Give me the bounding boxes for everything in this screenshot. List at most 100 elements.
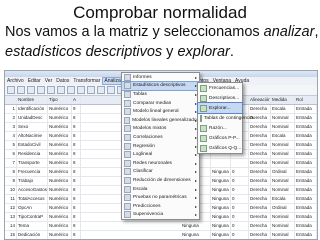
menu-4[interactable]: Transformar [71,78,102,84]
grid-cell[interactable]: Derecha [249,177,271,185]
grid-cell[interactable]: 0 [231,204,249,212]
submenu-item[interactable]: Razón... [198,123,242,133]
grid-cell[interactable]: Escala [271,195,295,203]
grid-cell[interactable]: Entrada [295,141,317,149]
grid-cell[interactable]: Derecha [249,222,271,230]
grid-cell[interactable]: Trabajo [17,177,48,185]
analyze-menu-item[interactable]: Redes neuronales ▸ [122,159,199,168]
toolbar-button-icon[interactable] [67,86,75,94]
grid-cell[interactable]: AccesoGastos [17,186,48,194]
toolbar-button-icon[interactable] [37,86,45,94]
grid-cell[interactable]: Numérico [48,222,72,230]
grid-cell[interactable]: TipoContraP [17,213,48,221]
grid-cell[interactable]: Derecha [249,168,271,176]
grid-cell[interactable]: Numérico [48,105,72,113]
grid-cell[interactable]: Numérico [48,159,72,167]
analyze-menu-item[interactable]: Supervivencia ▸ [122,211,199,220]
grid-cell[interactable]: 8 [72,204,81,212]
grid-cell[interactable]: Derecha [249,105,271,113]
grid-cell[interactable]: Derecha [249,213,271,221]
grid-cell[interactable]: Nominal [271,141,295,149]
grid-cell[interactable]: Alineación [249,96,271,104]
grid-cell[interactable]: TotalAccesos [17,195,48,203]
analyze-menu-item[interactable]: Reducción de dimensiones ▸ [122,176,199,185]
grid-cell[interactable]: Numérico [48,132,72,140]
grid-cell[interactable]: Entrada [295,150,317,158]
grid-cell[interactable]: Nominal [271,186,295,194]
grid-cell[interactable]: Ninguna [211,213,231,221]
grid-cell[interactable]: Entrada [295,177,317,185]
toolbar-button-icon[interactable] [97,86,105,94]
menu-0[interactable]: Archivo [5,78,26,84]
grid-cell[interactable]: Nominal [271,222,295,230]
grid-cell[interactable]: A [72,96,81,104]
grid-cell[interactable]: Residencia [17,150,48,158]
grid-cell[interactable]: Numérico [48,231,72,239]
grid-cell[interactable] [231,159,249,167]
toolbar-button-icon[interactable] [47,86,55,94]
grid-cell[interactable]: Numérico [48,177,72,185]
grid-cell[interactable]: Numérico [48,123,72,131]
analyze-menu-item[interactable]: Correlaciones ▸ [122,133,199,142]
grid-cell[interactable]: Frecuencia [17,168,48,176]
toolbar-button-icon[interactable] [7,86,15,94]
grid-cell[interactable] [211,159,231,167]
grid-cell[interactable]: Nominal [271,213,295,221]
grid-cell[interactable]: Tipo [48,96,72,104]
grid-cell[interactable]: OpcAn [17,204,48,212]
grid-cell[interactable]: Ninguna [211,222,231,230]
submenu-item[interactable]: Explorar... [197,102,243,114]
toolbar-button-icon[interactable] [17,86,25,94]
grid-cell[interactable]: Entrada [295,204,317,212]
grid-cell[interactable]: Entrada [295,222,317,230]
grid-cell[interactable]: Entrada [295,105,317,113]
analyze-menu-item[interactable]: Tablas ▸ [122,90,199,99]
submenu-item[interactable]: Tablas de contingencia... [198,113,257,123]
grid-cell[interactable]: Ninguna [181,222,211,230]
grid-cell[interactable]: Numérico [48,204,72,212]
grid-cell[interactable]: Dedicación [17,231,48,239]
grid-cell[interactable]: UnidadDesc [17,114,48,122]
grid-cell[interactable]: Ninguna [211,177,231,185]
grid-cell[interactable]: 0 [231,222,249,230]
grid-cell[interactable]: Nominal [271,114,295,122]
grid-cell[interactable]: 0 [231,177,249,185]
analyze-menu-item[interactable]: Modelos mixtos ▸ [122,125,199,134]
grid-cell[interactable]: Nominal [271,123,295,131]
grid-cell[interactable]: 0 [231,168,249,176]
grid-cell[interactable]: 8 [72,231,81,239]
toolbar-button-icon[interactable] [87,86,95,94]
grid-cell[interactable]: Numérico [48,168,72,176]
grid-cell[interactable]: 8 [72,213,81,221]
grid-cell[interactable]: Tema [17,222,48,230]
grid-cell[interactable]: Derecha [249,204,271,212]
grid-cell[interactable]: 0 [231,195,249,203]
grid-cell[interactable]: 0 [231,213,249,221]
grid-cell[interactable]: 0 [231,231,249,239]
grid-cell[interactable]: 9 [72,105,81,113]
grid-cell[interactable]: Entrada [295,213,317,221]
grid-cell[interactable]: 8 [72,195,81,203]
grid-cell[interactable]: Numérico [48,150,72,158]
grid-cell[interactable]: Numérico [48,114,72,122]
grid-cell[interactable]: Nominal [271,159,295,167]
grid-cell[interactable]: Derecha [249,195,271,203]
grid-cell[interactable]: Derecha [249,231,271,239]
grid-cell[interactable]: Escala [271,132,295,140]
grid-cell[interactable]: Entrada [295,168,317,176]
analyze-menu-item[interactable]: Pruebas no paramétricas ▸ [122,193,199,202]
grid-cell[interactable]: Entrada [295,231,317,239]
submenu-item[interactable]: Gráficos P-P... [198,133,242,143]
analyze-menu-item[interactable]: Regresión ▸ [122,142,199,151]
grid-cell[interactable]: Ninguna [211,204,231,212]
grid-cell[interactable]: Entrada [295,195,317,203]
grid-cell[interactable]: 8 [72,132,81,140]
toolbar-button-icon[interactable] [27,86,35,94]
grid-cell[interactable]: Derecha [249,186,271,194]
grid-cell[interactable]: 8 [72,150,81,158]
grid-cell[interactable]: Transporte [17,159,48,167]
grid-cell[interactable]: 8 [72,141,81,149]
submenu-item[interactable]: Descriptivos... [198,93,242,103]
grid-cell[interactable]: Sexo [17,123,48,131]
analyze-menu-item[interactable]: Loglineal ▸ [122,150,199,159]
